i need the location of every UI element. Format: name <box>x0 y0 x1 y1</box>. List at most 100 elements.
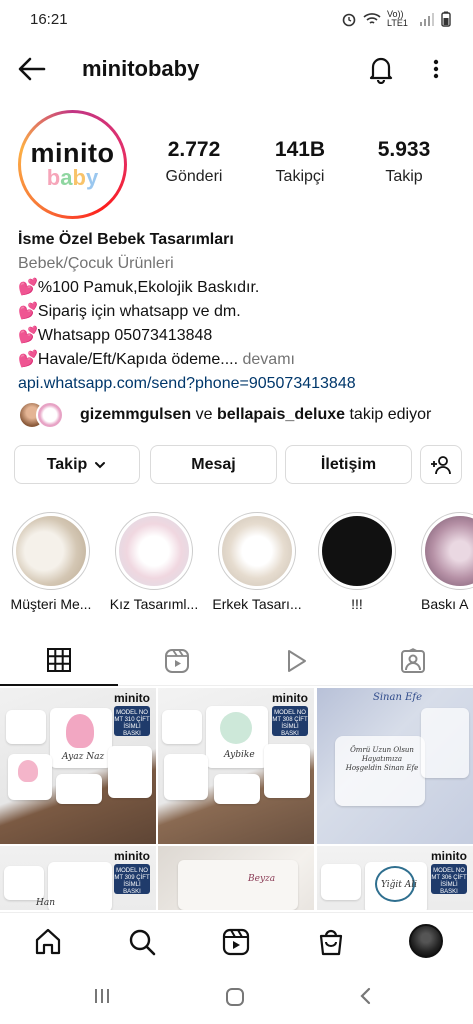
stat-posts-value: 2.772 <box>167 138 221 161</box>
followed-by-text: gizemmgulsen ve bellapais_deluxe takip e… <box>80 406 431 424</box>
post-garment <box>264 744 310 798</box>
tagged-person-icon <box>401 648 425 673</box>
alarm-icon <box>342 13 356 27</box>
highlight-item[interactable]: Erkek Tasarı... <box>212 512 302 612</box>
post-garment <box>48 862 112 910</box>
add-person-icon <box>431 455 451 474</box>
story-highlights: Müşteri Me... Kız Tasarıml... Erkek Tasa… <box>0 512 473 617</box>
follow-button[interactable]: Takip <box>14 445 140 484</box>
status-bar: 16:21 Vo)) LTE1 <box>0 0 473 38</box>
logo-letter: b <box>46 164 61 190</box>
logo-letter: a <box>60 164 73 190</box>
highlight-cover <box>322 516 392 586</box>
post-brand: minito <box>114 691 150 705</box>
profile-avatar[interactable]: minito baby <box>18 110 127 219</box>
network-label: Vo)) LTE1 <box>387 9 408 28</box>
post-illustration <box>18 760 38 782</box>
system-back-icon[interactable] <box>358 986 374 1006</box>
heart-emoji-icon: 💕 <box>18 351 38 368</box>
back-arrow-icon[interactable] <box>16 54 48 84</box>
bio-line-text: Whatsapp 05073413848 <box>37 327 213 344</box>
highlight-item[interactable]: Baskı A <box>415 512 473 612</box>
play-icon <box>288 650 306 672</box>
stat-followers-label: Takipçi <box>275 168 325 185</box>
tab-tagged[interactable] <box>354 636 472 686</box>
post-garment <box>162 710 202 744</box>
post-model-badge: MODEL NO MT 310 ÇİFT İSİMLİ BASKI <box>114 706 150 737</box>
post-thumbnail[interactable]: Beyza <box>158 846 314 910</box>
post-garment <box>6 710 46 744</box>
post-brand: minito <box>114 849 150 863</box>
avatar-logo: minito baby <box>21 113 124 216</box>
post-brand: minito <box>431 849 467 863</box>
logo-text-top: minito <box>30 137 115 168</box>
followed-by-suffix: takip ediyor <box>349 406 432 423</box>
highlight-ring <box>115 512 193 590</box>
highlight-label: Kız Tasarıml... <box>109 596 199 612</box>
mutual-user-2: bellapais_deluxe <box>216 406 346 423</box>
highlight-ring <box>12 512 90 590</box>
stat-followers-value: 141B <box>274 138 326 161</box>
profile-bio: İsme Özel Bebek Tasarımları Bebek/Çocuk … <box>18 228 463 396</box>
post-garment <box>178 860 298 910</box>
post-caption: Yiğit Ali <box>381 880 418 890</box>
suggest-users-button[interactable] <box>420 445 462 484</box>
status-time: 16:21 <box>30 10 68 28</box>
tab-reels[interactable] <box>118 636 236 686</box>
notification-bell-icon[interactable] <box>366 54 396 84</box>
highlight-cover <box>16 516 86 586</box>
stat-following-label: Takip <box>385 168 423 185</box>
heart-emoji-icon: 💕 <box>18 327 38 344</box>
logo-letter: b <box>72 164 86 190</box>
post-thumbnail[interactable]: Ömrü Uzun Olsun Hayatımıza Hoşgeldin Sin… <box>317 688 473 844</box>
tab-grid[interactable] <box>0 636 118 686</box>
highlight-ring <box>218 512 296 590</box>
shop-icon[interactable] <box>316 927 346 957</box>
home-button-icon[interactable] <box>224 986 246 1008</box>
heart-emoji-icon: 💕 <box>18 279 38 296</box>
post-garment <box>421 708 469 778</box>
more-options-icon[interactable] <box>428 54 444 84</box>
highlight-cover <box>222 516 292 586</box>
stat-followers[interactable]: 141B Takipçi <box>250 138 350 186</box>
followed-by-connector: ve <box>195 406 213 423</box>
wifi-icon <box>363 13 381 24</box>
post-thumbnail[interactable]: minito MODEL NO MT 308 ÇİFT İSİMLİ BASKI… <box>158 688 314 844</box>
highlight-item[interactable]: Kız Tasarıml... <box>109 512 199 612</box>
mutual-avatars <box>18 400 68 430</box>
highlight-item[interactable]: !!! <box>312 512 402 612</box>
stat-following[interactable]: 5.933 Takip <box>354 138 454 186</box>
highlight-label: Erkek Tasarı... <box>212 596 302 612</box>
post-model-badge: MODEL NO MT 309 ÇİFT İSİMLİ BASKI <box>114 864 150 895</box>
search-icon[interactable] <box>127 927 157 957</box>
highlight-item[interactable]: Müşteri Me... <box>6 512 96 612</box>
bio-more-link[interactable]: devamı <box>243 351 295 368</box>
status-icons: Vo)) LTE1 <box>341 10 451 28</box>
highlight-ring <box>421 512 473 590</box>
contact-button[interactable]: İletişim <box>285 445 412 484</box>
bio-line-text: Havale/Eft/Kapıda ödeme.... <box>37 351 239 368</box>
profile-header: minito baby 2.772 Gönderi 141B Takipçi 5… <box>18 110 458 220</box>
bio-line-text: Sipariş için whatsapp ve dm. <box>37 303 241 320</box>
recent-apps-icon[interactable] <box>92 986 112 1006</box>
post-garment <box>321 864 361 900</box>
post-thumbnail[interactable]: minito MODEL NO MT 309 ÇİFT İSİMLİ BASKI… <box>0 846 156 910</box>
highlight-cover <box>119 516 189 586</box>
post-model-badge: MODEL NO MT 306 ÇİFT İSİMLİ BASKI <box>431 864 467 895</box>
bio-website-link[interactable]: api.whatsapp.com/send?phone=905073413848 <box>18 372 463 396</box>
post-garment <box>164 754 208 800</box>
post-garment <box>214 774 260 804</box>
post-brand: minito <box>272 691 308 705</box>
message-button[interactable]: Mesaj <box>150 445 277 484</box>
my-profile-avatar[interactable] <box>409 924 443 958</box>
home-icon[interactable] <box>33 927 63 957</box>
tab-videos[interactable] <box>236 636 354 686</box>
post-model-badge: MODEL NO MT 308 ÇİFT İSİMLİ BASKI <box>272 706 308 737</box>
stat-posts[interactable]: 2.772 Gönderi <box>144 138 244 186</box>
post-thumbnail[interactable]: minito MODEL NO MT 310 ÇİFT İSİMLİ BASKI… <box>0 688 156 844</box>
post-thumbnail[interactable]: minito MODEL NO MT 306 ÇİFT İSİMLİ BASKI… <box>317 846 473 910</box>
post-caption: Aybike <box>224 750 255 760</box>
mutual-user-1: gizemmgulsen <box>80 406 192 423</box>
followed-by-row[interactable]: gizemmgulsen ve bellapais_deluxe takip e… <box>18 400 463 430</box>
reels-nav-icon[interactable] <box>221 927 251 957</box>
